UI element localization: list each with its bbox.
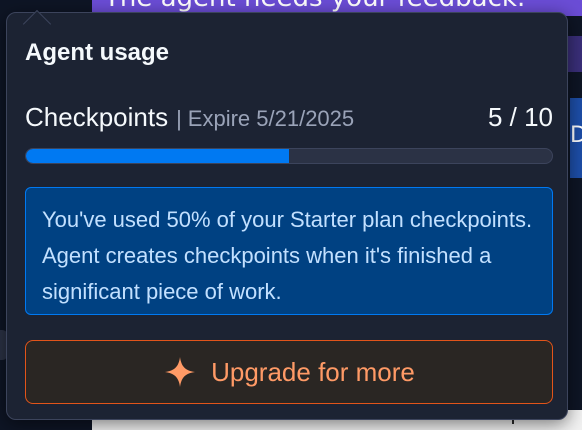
upgrade-button-label: Upgrade for more [211, 357, 415, 387]
checkpoints-usage-row: Checkpoints | Expire 5/21/2025 5 / 10 [25, 99, 553, 135]
checkpoints-label: Checkpoints [25, 102, 169, 132]
popover-caret [22, 9, 52, 39]
usage-separator: | [176, 106, 182, 131]
checkpoints-expiry: Expire 5/21/2025 [187, 106, 355, 131]
agent-usage-popover: Agent usage Checkpoints | Expire 5/21/20… [6, 9, 568, 420]
upgrade-button[interactable]: Upgrade for more [25, 340, 553, 404]
background-blue-panel: D [570, 98, 582, 178]
usage-info-box: You've used 50% of your Starter plan che… [25, 187, 553, 315]
checkpoints-count: 5 / 10 [487, 102, 553, 132]
checkpoints-progress-bar [25, 148, 553, 164]
usage-info-text: You've used 50% of your Starter plan che… [42, 207, 533, 304]
popover-title: Agent usage [25, 39, 170, 66]
checkpoints-progress-fill [26, 149, 289, 163]
sparkle-icon [165, 357, 196, 387]
background-panel-glyph: D [570, 123, 582, 148]
background-panel-strip [568, 36, 582, 72]
